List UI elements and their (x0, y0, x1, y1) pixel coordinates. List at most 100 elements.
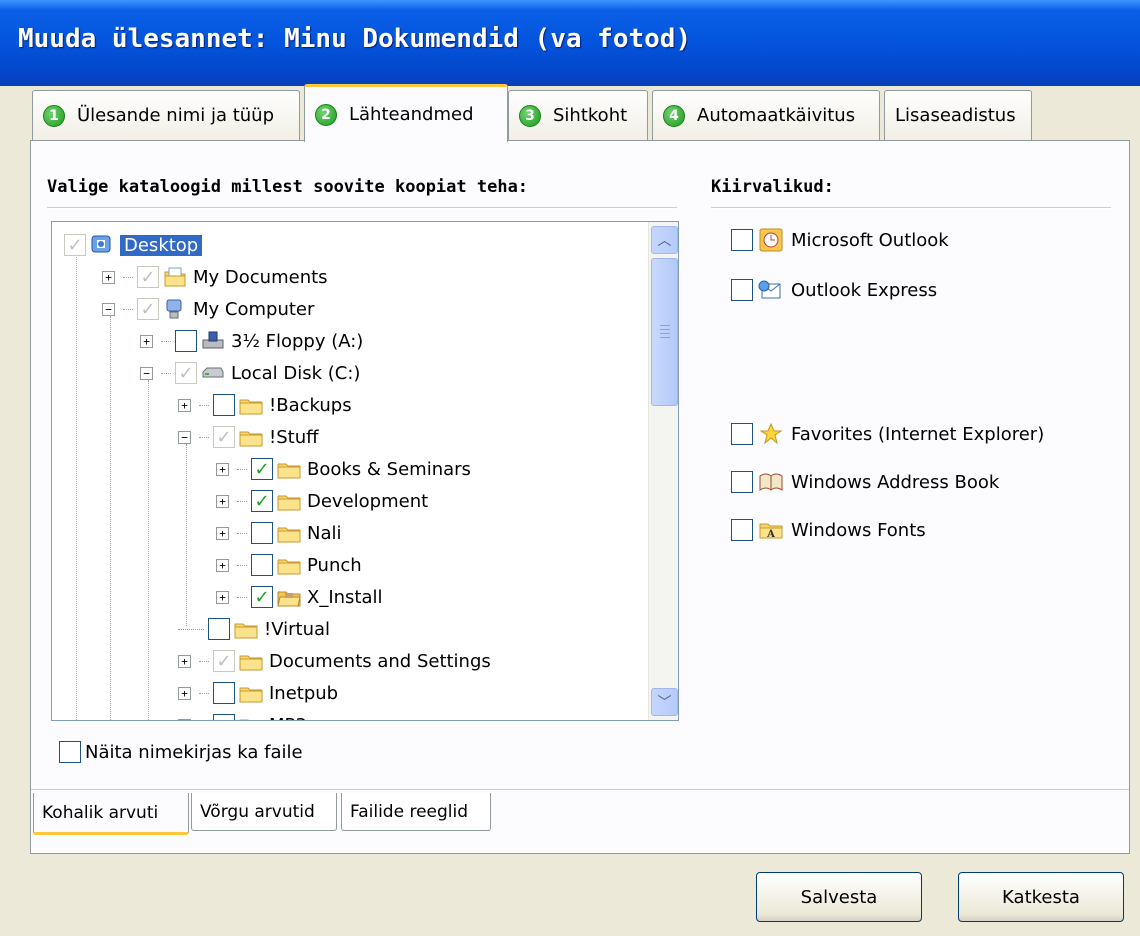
tree-item-checkbox[interactable]: ✓ (137, 266, 159, 288)
tree-item[interactable]: + Punch (216, 550, 362, 580)
expand-icon[interactable]: + (216, 526, 229, 540)
tree-item[interactable]: +3½ Floppy (A:) (140, 326, 363, 356)
tree-item-checkbox[interactable] (213, 682, 235, 704)
folder-icon (239, 427, 263, 447)
tab-destination[interactable]: 3 Sihtkoht (508, 90, 648, 140)
expand-icon[interactable]: + (216, 590, 229, 604)
save-button[interactable]: Salvesta (756, 872, 922, 922)
expand-icon[interactable]: + (216, 558, 229, 572)
folder-icon (277, 491, 301, 511)
tree-item-checkbox[interactable] (208, 618, 230, 640)
subtab-network-computers[interactable]: Võrgu arvutid (191, 793, 337, 831)
subtab-file-rules[interactable]: Failide reeglid (341, 793, 491, 831)
tab-label: Ülesande nimi ja tüüp (77, 105, 275, 126)
tree-item-checkbox[interactable] (213, 714, 235, 720)
expand-icon[interactable]: + (216, 494, 229, 508)
tree-item-checkbox[interactable]: ✓ (137, 298, 159, 320)
tree-item-label: !Stuff (269, 426, 319, 448)
tree-connector (161, 340, 171, 342)
my-documents-icon (163, 267, 187, 287)
grip-line (660, 325, 670, 326)
tree-item-checkbox[interactable]: ✓ (251, 458, 273, 480)
folder-tree[interactable]: ✓ Desktop + ✓ My Documents − ✓ My Computer +3½ F… (51, 221, 679, 721)
tab-task-name[interactable]: 1 Ülesande nimi ja tüüp (32, 90, 300, 140)
tree-item-label: Nali (307, 522, 342, 544)
svg-text:A: A (766, 529, 775, 540)
cancel-button[interactable]: Katkesta (958, 872, 1124, 922)
expand-icon[interactable]: + (178, 686, 191, 700)
expand-icon[interactable]: + (216, 462, 229, 476)
cancel-button-label: Katkesta (1002, 886, 1080, 908)
tree-item[interactable]: + !Backups (178, 390, 352, 420)
divider (47, 207, 677, 209)
scroll-down-button[interactable]: ﹀ (651, 688, 678, 716)
tree-item[interactable]: − ✓ !Stuff (178, 422, 319, 452)
quick-selection-checkbox[interactable] (731, 471, 753, 493)
title-bar[interactable]: Muuda ülesannet: Minu Dokumendid (va fot… (0, 0, 1140, 86)
expand-icon[interactable]: + (178, 398, 191, 412)
quick-selection-checkbox[interactable] (731, 519, 753, 541)
tree-item[interactable]: − ✓ My Computer (102, 294, 314, 324)
tree-connector (237, 500, 247, 502)
dialog-window: Muuda ülesannet: Minu Dokumendid (va fot… (0, 0, 1140, 936)
quick-selection-checkbox[interactable] (731, 229, 753, 251)
tab-label: Sihtkoht (553, 105, 628, 126)
quick-heading: Kiirvalikud: (711, 177, 834, 197)
tree-connector (237, 564, 247, 566)
collapse-icon[interactable]: − (102, 302, 115, 316)
tree-item-checkbox[interactable] (175, 330, 197, 352)
tree-item-checkbox[interactable]: ✓ (64, 234, 86, 256)
tree-item[interactable]: + Nali (216, 518, 342, 548)
quick-selection-checkbox[interactable] (731, 423, 753, 445)
tree-item-checkbox[interactable] (213, 394, 235, 416)
subtab-local-computer[interactable]: Kohalik arvuti (33, 793, 189, 835)
tree-item[interactable]: !Virtual (178, 614, 330, 644)
source-panel: Valige kataloogid millest soovite koopia… (30, 140, 1130, 854)
expand-icon[interactable]: + (178, 718, 191, 720)
tree-line (148, 380, 149, 720)
expand-icon[interactable]: + (178, 654, 191, 668)
expand-icon[interactable]: + (102, 270, 115, 284)
tree-connector (178, 628, 204, 630)
quick-selection-item[interactable]: Favorites (Internet Explorer) (731, 422, 1044, 445)
quick-selection-item[interactable]: Windows Address Book (731, 471, 999, 493)
tree-item[interactable]: − ✓ Local Disk (C:) (140, 358, 360, 388)
quick-selection-checkbox[interactable] (731, 279, 753, 301)
quick-selection-item[interactable]: Microsoft Outlook (731, 228, 949, 252)
tree-item-checkbox[interactable]: ✓ (213, 426, 235, 448)
tree-item[interactable]: + MP3 (178, 710, 307, 720)
tab-autostart[interactable]: 4 Automaatkäivitus (652, 90, 880, 140)
show-files-checkbox[interactable] (59, 741, 81, 763)
tree-item-checkbox[interactable] (251, 522, 273, 544)
tree-item[interactable]: ✓ Desktop (64, 230, 203, 260)
tree-item[interactable]: + ✓ X_Install (216, 582, 383, 612)
collapse-icon[interactable]: − (140, 366, 153, 380)
tree-item-checkbox[interactable]: ✓ (251, 586, 273, 608)
scroll-thumb[interactable] (651, 258, 678, 406)
tab-advanced[interactable]: Lisaseadistus (884, 90, 1032, 140)
scroll-up-button[interactable]: ︿ (651, 226, 678, 254)
tree-item-checkbox[interactable]: ✓ (213, 650, 235, 672)
step-number-icon: 1 (43, 104, 65, 127)
tree-item[interactable]: + ✓ Books & Seminars (216, 454, 471, 484)
tree-item-checkbox[interactable] (251, 554, 273, 576)
tree-item-checkbox[interactable]: ✓ (175, 362, 197, 384)
tree-item[interactable]: + ✓ Documents and Settings (178, 646, 491, 676)
subtab-label: Võrgu arvutid (200, 801, 315, 822)
tree-scrollbar[interactable]: ︿ ﹀ (648, 222, 678, 720)
quick-selection-item[interactable]: Outlook Express (731, 279, 937, 301)
tree-item-checkbox[interactable]: ✓ (251, 490, 273, 512)
tree-item[interactable]: + ✓ Development (216, 486, 428, 516)
expand-icon[interactable]: + (140, 334, 153, 348)
tab-source-data[interactable]: 2 Lähteandmed (304, 84, 508, 142)
quick-selection-item[interactable]: A Windows Fonts (731, 519, 926, 541)
quick-selection-label: Microsoft Outlook (791, 229, 949, 251)
tree-item[interactable]: + ✓ My Documents (102, 262, 328, 292)
collapse-icon[interactable]: − (178, 430, 191, 444)
source-heading: Valige kataloogid millest soovite koopia… (47, 177, 529, 197)
show-files-option[interactable]: Näita nimekirjas ka faile (59, 741, 303, 763)
tree-item[interactable]: + Inetpub (178, 678, 338, 708)
save-button-label: Salvesta (800, 886, 878, 908)
subtab-label: Kohalik arvuti (42, 802, 159, 823)
quick-selection-label: Windows Address Book (791, 471, 1000, 493)
